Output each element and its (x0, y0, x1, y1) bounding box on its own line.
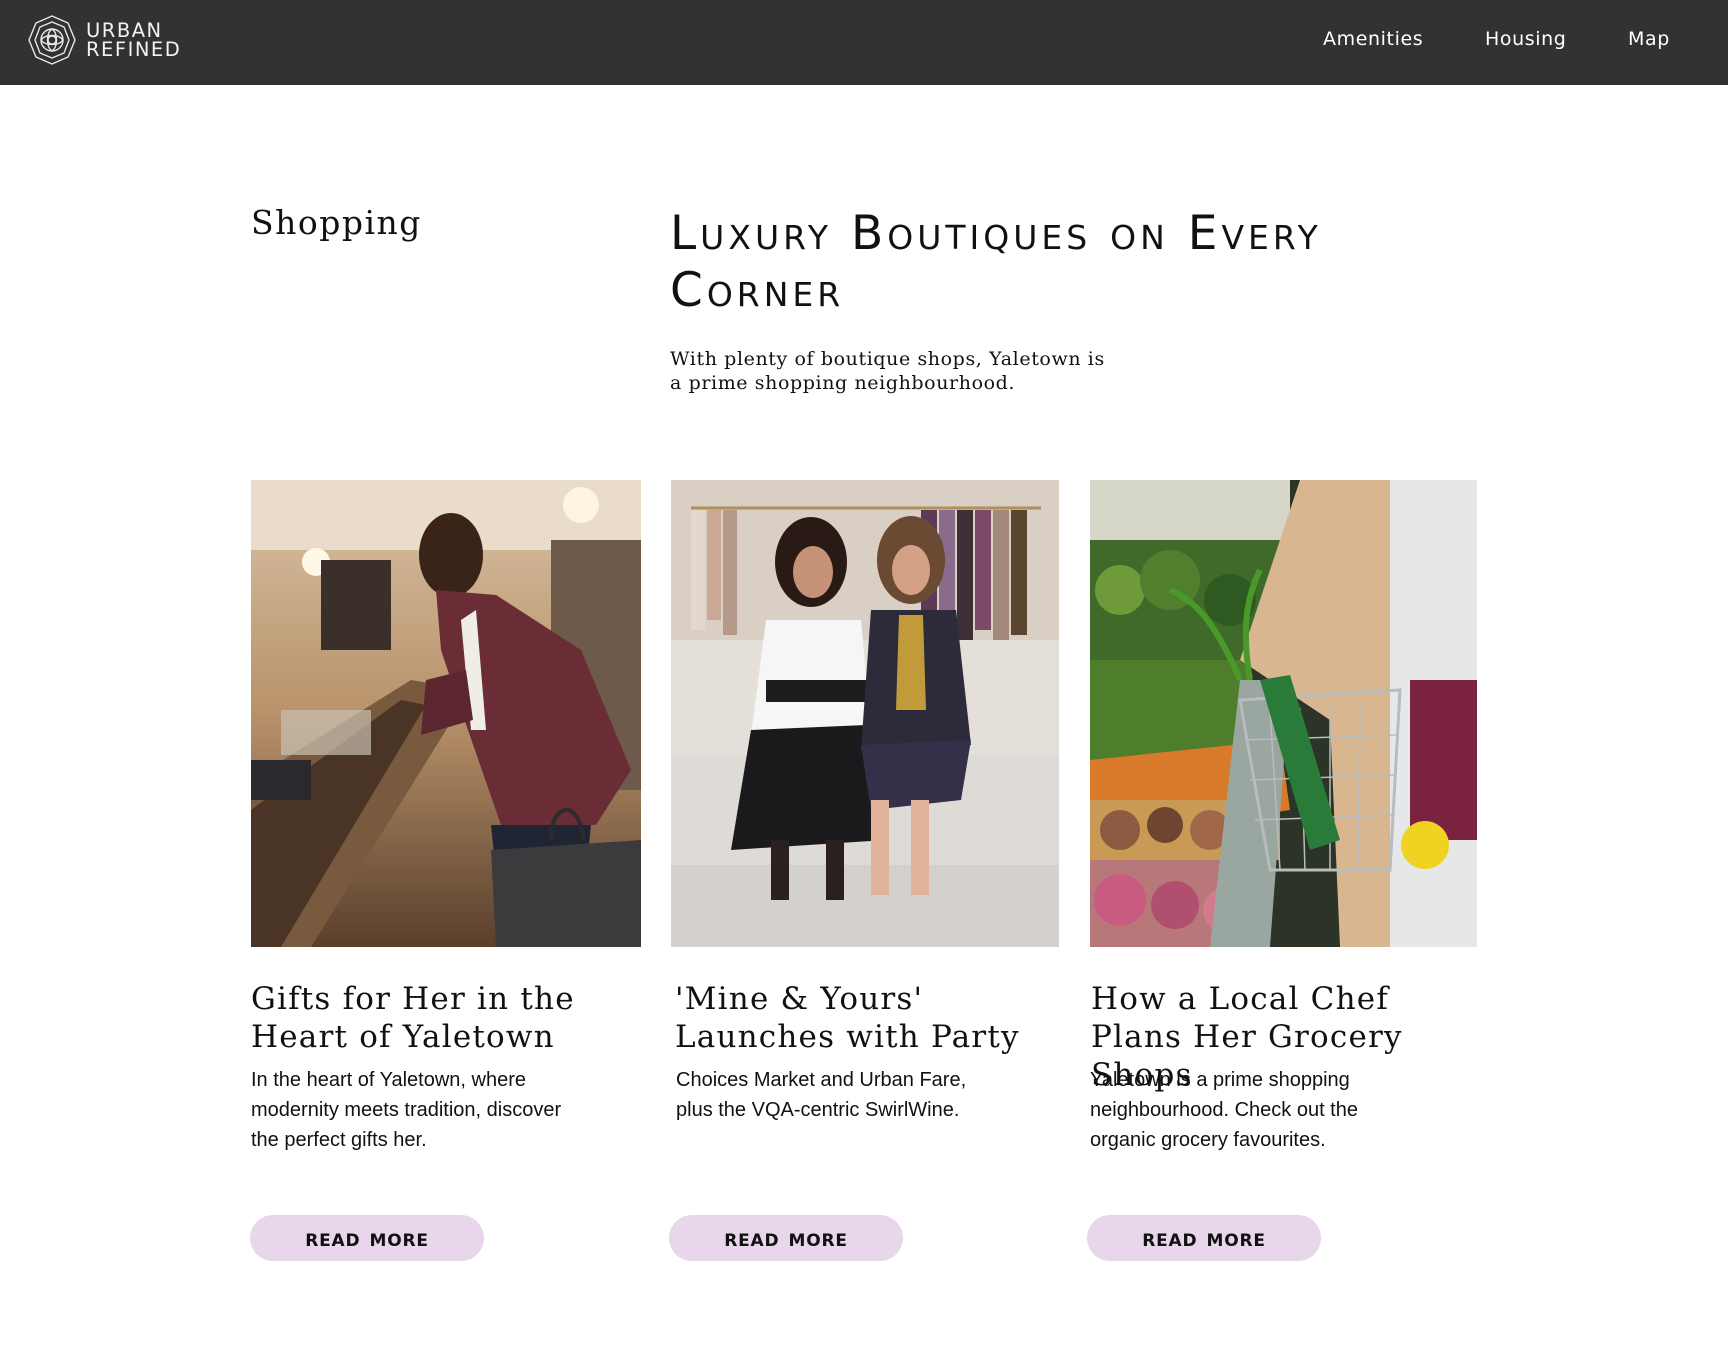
article-card: 'Mine & Yours' Launches with Party Choic… (669, 480, 1061, 1261)
article-card: How a Local Chef Plans Her Grocery Shops… (1087, 480, 1480, 1261)
card-description: Choices Market and Urban Fare, plus the … (676, 1069, 967, 1121)
card-photo-boutique-sofa[interactable] (671, 480, 1059, 947)
read-more-button[interactable]: Read More (250, 1215, 484, 1261)
photo-illustration (671, 480, 1059, 947)
page-headline: Luxury Boutiques on Every Corner (670, 206, 1322, 318)
intro-lede: With plenty of boutique shops, Yaletown … (670, 348, 1105, 394)
photo-illustration (1090, 480, 1477, 947)
main-nav: Amenities Housing Map (0, 0, 1728, 85)
card-title[interactable]: Gifts for Her in the Heart of Yaletown (251, 980, 651, 1056)
card-description: Yaletown is a prime shopping neighbourho… (1090, 1069, 1358, 1151)
read-more-button[interactable]: Read More (1087, 1215, 1321, 1261)
card-description: In the heart of Yaletown, where modernit… (251, 1069, 562, 1151)
article-card: Gifts for Her in the Heart of Yaletown I… (250, 480, 641, 1261)
photo-illustration (251, 480, 641, 947)
section-label: Shopping (251, 203, 422, 242)
nav-link-housing[interactable]: Housing (1485, 28, 1566, 50)
nav-link-map[interactable]: Map (1628, 28, 1670, 50)
card-title[interactable]: 'Mine & Yours' Launches with Party (675, 980, 1075, 1056)
card-photo-jewelry-counter[interactable] (251, 480, 641, 947)
nav-link-amenities[interactable]: Amenities (1323, 28, 1423, 50)
card-photo-grocery-basket[interactable] (1090, 480, 1477, 947)
read-more-button[interactable]: Read More (669, 1215, 903, 1261)
site-header: URBAN REFINED Amenities Housing Map (0, 0, 1728, 85)
